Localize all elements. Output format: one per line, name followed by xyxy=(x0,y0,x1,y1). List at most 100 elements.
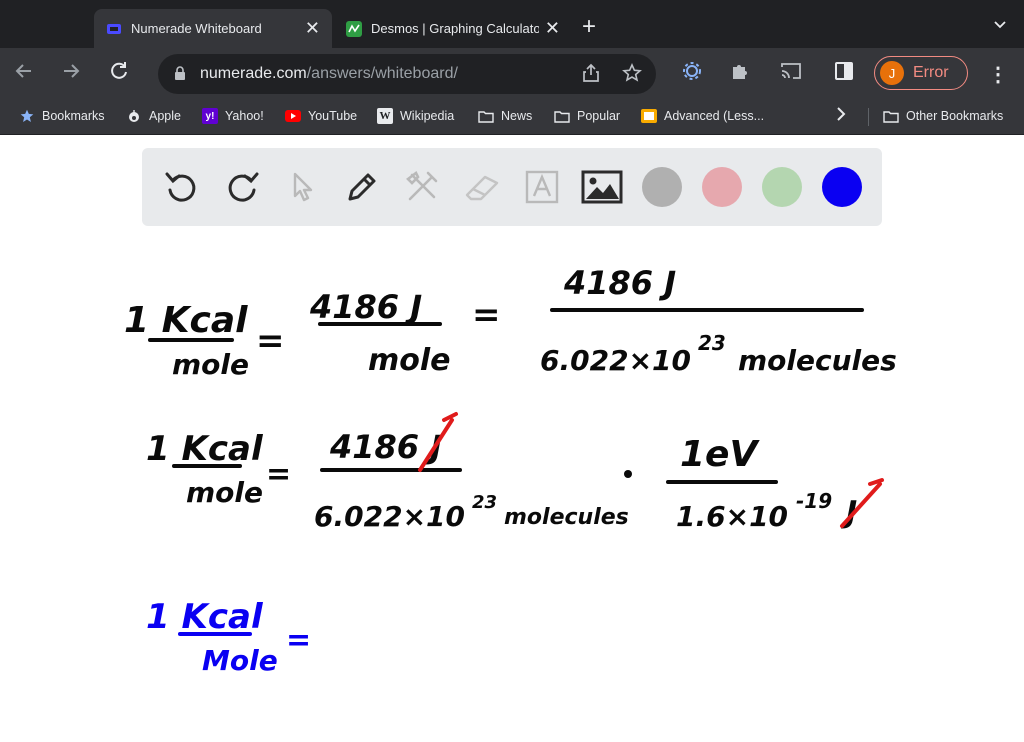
browser-menu-icon[interactable]: ⋮ xyxy=(988,62,1008,87)
tools-button[interactable] xyxy=(401,166,443,208)
url-path: /answers/whiteboard/ xyxy=(306,65,458,82)
note-1-lhs-denominator: mole xyxy=(172,348,249,381)
note-2-factor2-denominator: 1.6×10 xyxy=(676,500,788,533)
tab-title: Numerade Whiteboard xyxy=(131,21,262,36)
youtube-icon xyxy=(285,108,301,124)
url-text: numerade.com/answers/whiteboard/ xyxy=(200,65,458,83)
note-1-lhs-numerator: 1 Kcal xyxy=(124,300,248,341)
note-3-lhs-denominator: Mole xyxy=(202,644,278,677)
equals-sign: = xyxy=(266,457,291,492)
tab-search-chevron-icon[interactable] xyxy=(994,18,1006,32)
bookmarks-divider xyxy=(868,108,869,126)
whiteboard-toolbar xyxy=(142,148,882,226)
lock-icon xyxy=(175,66,185,80)
undo-button[interactable] xyxy=(161,166,203,208)
back-arrow-icon xyxy=(15,64,31,78)
equals-sign: = xyxy=(472,295,501,335)
profile-error-button[interactable]: J Error xyxy=(874,56,968,90)
bookmark-folder-other[interactable]: Other Bookmarks xyxy=(883,108,1003,124)
note-2-factor1-denominator: 6.022×10 xyxy=(314,500,465,533)
folder-icon xyxy=(554,108,570,124)
bookmark-label: Advanced (Less... xyxy=(664,109,765,123)
note-1-rhs-unit: molecules xyxy=(738,344,897,377)
profile-status-text: Error xyxy=(913,64,949,81)
image-tool-button[interactable] xyxy=(581,166,623,208)
wikipedia-icon: W xyxy=(377,108,393,124)
whiteboard-canvas[interactable]: 1 Kcal mole = 4186 J mole = 4186 J 6.022… xyxy=(0,232,1024,742)
close-tab-icon[interactable]: ✕ xyxy=(545,18,560,39)
pen-tool-button[interactable] xyxy=(341,166,383,208)
back-button[interactable] xyxy=(11,60,37,86)
bookmark-youtube[interactable]: YouTube xyxy=(285,108,357,124)
note-2-factor1-exponent: 23 xyxy=(472,492,497,513)
forward-arrow-icon xyxy=(64,64,80,78)
reload-button[interactable] xyxy=(106,60,132,86)
equals-sign: = xyxy=(286,623,311,658)
yahoo-icon: y! xyxy=(202,108,218,124)
tab-strip: Numerade Whiteboard ✕ Desmos | Graphing … xyxy=(0,0,1024,48)
bookmark-advanced[interactable]: Advanced (Less... xyxy=(641,108,764,124)
bookmark-label: Wikipedia xyxy=(400,109,455,123)
text-tool-button[interactable] xyxy=(521,166,563,208)
new-tab-button[interactable]: + xyxy=(582,14,596,40)
undo-icon xyxy=(165,172,196,202)
bookmark-star-icon[interactable] xyxy=(622,63,642,83)
bookmark-label: Other Bookmarks xyxy=(906,109,1004,123)
tab-title: Desmos | Graphing Calculator xyxy=(371,21,539,36)
redo-button[interactable] xyxy=(221,166,263,208)
bookmark-label: Popular xyxy=(577,109,621,123)
browser-toolbar: numerade.com/answers/whiteboard/ J Error… xyxy=(0,48,1024,100)
redo-icon xyxy=(228,172,259,202)
bookmark-folder-news[interactable]: News xyxy=(478,108,532,124)
tools-icon xyxy=(406,171,438,201)
note-2-factor2-numerator: 1eV xyxy=(680,434,760,475)
url-host: numerade.com xyxy=(200,65,307,82)
bookmarks-bar: Bookmarks Apple y! Yahoo! YouTube W Wiki… xyxy=(0,100,1024,135)
note-1-rhs-denominator: 6.022×10 xyxy=(540,344,691,377)
share-icon[interactable] xyxy=(582,63,600,83)
forward-button[interactable] xyxy=(58,60,84,86)
more-bookmarks-chevron-icon[interactable] xyxy=(836,107,846,126)
reload-icon xyxy=(111,62,127,79)
tab-numerade-whiteboard[interactable]: Numerade Whiteboard ✕ xyxy=(94,9,332,48)
bookmark-label: Apple xyxy=(149,109,181,123)
color-swatch-pink[interactable] xyxy=(702,167,742,207)
bookmark-yahoo[interactable]: y! Yahoo! xyxy=(202,108,264,124)
select-tool-button[interactable] xyxy=(281,166,323,208)
bookmark-label: Yahoo! xyxy=(225,109,264,123)
bookmark-label: News xyxy=(501,109,533,123)
extension-gear-icon[interactable] xyxy=(682,61,702,81)
avatar: J xyxy=(880,61,904,85)
eraser-icon xyxy=(465,175,499,201)
bookmark-folder-popular[interactable]: Popular xyxy=(554,108,620,124)
select-pointer-icon xyxy=(293,172,313,202)
bookmark-label: YouTube xyxy=(308,109,358,123)
note-1-mid-denominator: mole xyxy=(368,343,451,378)
desmos-favicon xyxy=(346,20,362,37)
bookmark-bookmarks[interactable]: Bookmarks xyxy=(19,108,105,124)
bookmark-label: Bookmarks xyxy=(42,109,105,123)
note-2-factor1-unit: molecules xyxy=(504,505,629,530)
bookmark-wikipedia[interactable]: W Wikipedia xyxy=(377,108,454,124)
bookmark-favicon xyxy=(641,108,657,124)
note-2-lhs-denominator: mole xyxy=(186,476,263,509)
color-swatch-green[interactable] xyxy=(762,167,802,207)
eraser-tool-button[interactable] xyxy=(461,166,503,208)
note-2-factor2-exponent: -19 xyxy=(796,489,832,513)
numerade-favicon xyxy=(107,23,121,34)
bookmark-apple[interactable]: Apple xyxy=(126,108,181,124)
tab-desmos[interactable]: Desmos | Graphing Calculator ✕ xyxy=(334,9,572,48)
note-1-mid-numerator: 4186 J xyxy=(309,288,422,326)
folder-icon xyxy=(883,108,899,124)
note-3-lhs-numerator: 1 Kcal xyxy=(146,597,264,637)
color-swatch-gray[interactable] xyxy=(642,167,682,207)
side-panel-icon[interactable] xyxy=(834,61,854,81)
cast-icon[interactable] xyxy=(780,61,802,81)
pen-icon xyxy=(348,173,376,201)
equals-sign: = xyxy=(256,321,285,361)
address-bar[interactable]: numerade.com/answers/whiteboard/ xyxy=(158,54,656,94)
color-swatch-blue[interactable] xyxy=(822,167,862,207)
multiplication-dot xyxy=(624,470,632,478)
close-tab-icon[interactable]: ✕ xyxy=(305,18,320,39)
extensions-puzzle-icon[interactable] xyxy=(730,61,750,81)
